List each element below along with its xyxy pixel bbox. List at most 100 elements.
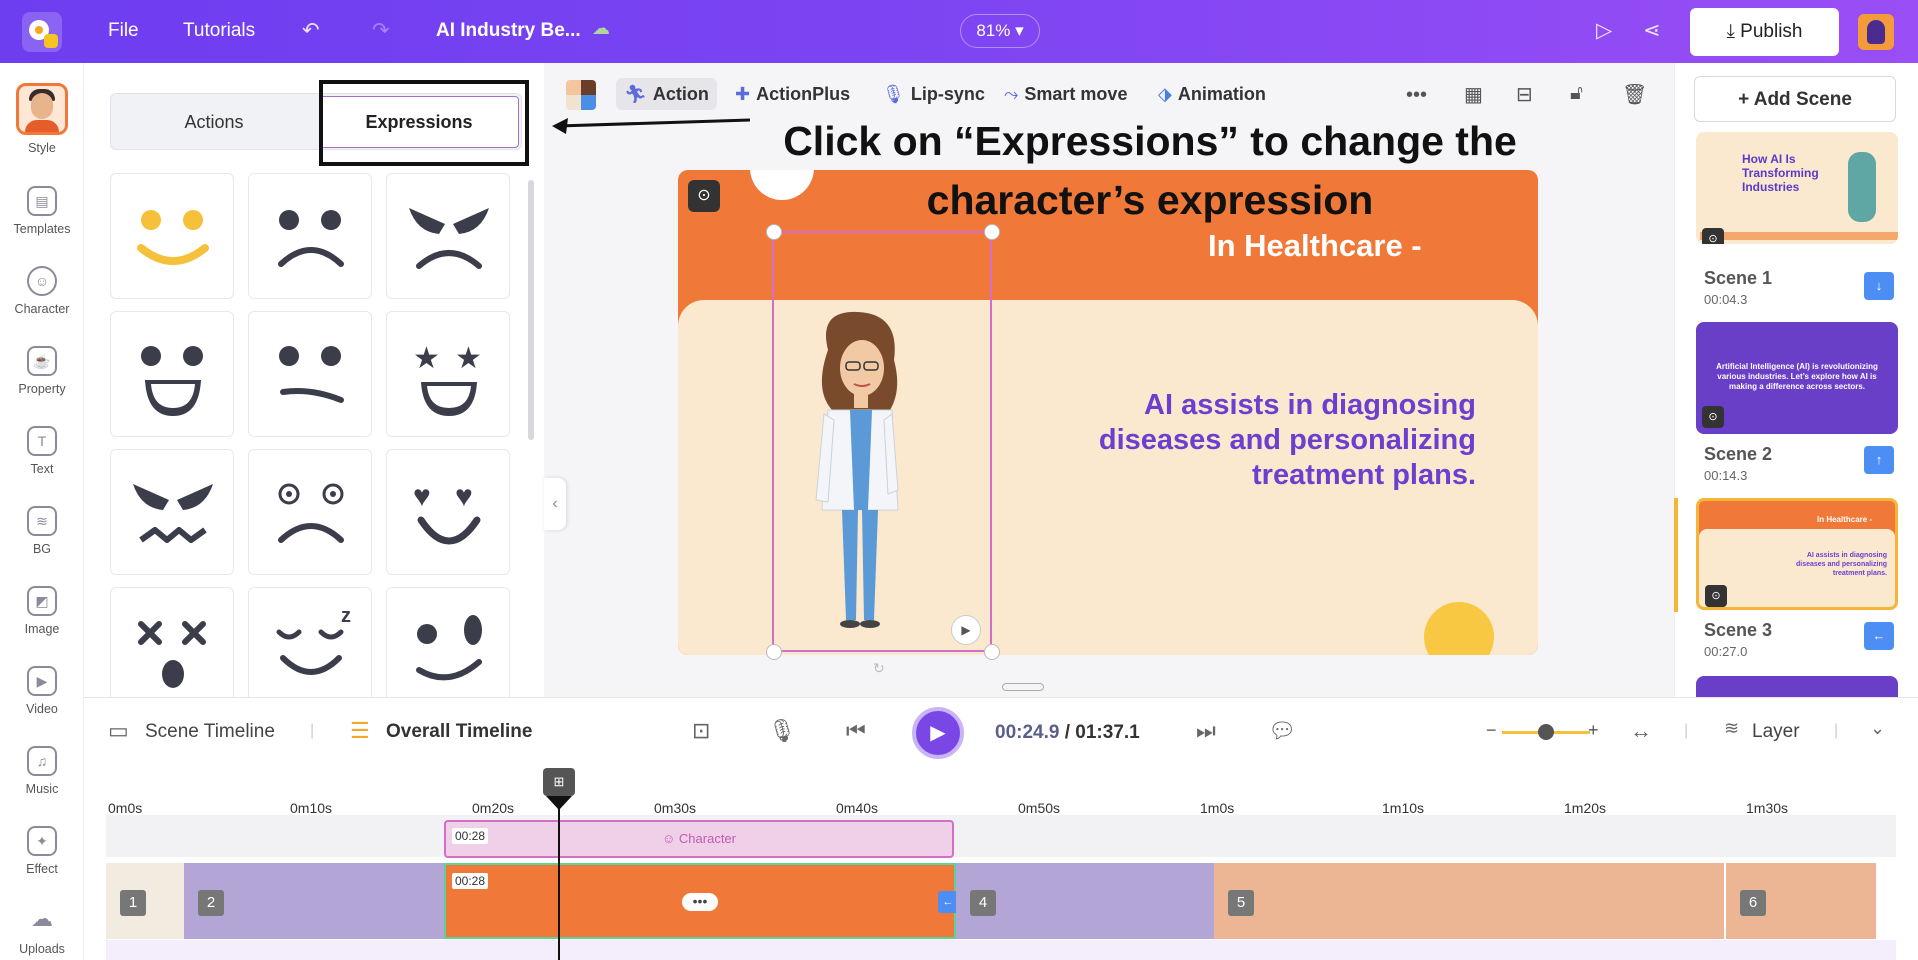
expression-dizzy[interactable] xyxy=(248,449,372,575)
transparency-icon[interactable]: ▦ xyxy=(1464,82,1483,107)
rail-item-bg[interactable]: ≋ BG xyxy=(0,506,84,556)
smartmove-button[interactable]: ⤳ Smart move xyxy=(1004,78,1127,110)
expression-grin[interactable] xyxy=(110,311,234,437)
scene-thumbnail-3[interactable]: In Healthcare - AI assists in diagnosing… xyxy=(1696,498,1898,610)
undo-icon[interactable]: ↶ xyxy=(302,18,320,43)
layer-button[interactable]: Layer xyxy=(1752,721,1800,743)
thumb-title: How AI Is Transforming Industries xyxy=(1742,152,1819,194)
user-avatar[interactable] xyxy=(1858,14,1894,50)
scene-segment-1[interactable]: 1 xyxy=(106,863,184,939)
color-swatch[interactable] xyxy=(566,80,596,110)
expression-wink[interactable] xyxy=(386,587,510,697)
project-title[interactable]: AI Industry Be... xyxy=(436,20,581,42)
camera-icon[interactable]: ⊙ xyxy=(688,180,720,212)
running-plus-icon: ✚ xyxy=(735,84,751,104)
character-track-label-text: Character xyxy=(678,831,736,846)
rail-item-templates[interactable]: ▤ Templates xyxy=(0,186,84,236)
grin-face-icon xyxy=(141,346,203,416)
app-logo[interactable] xyxy=(22,12,62,52)
tutorials-menu[interactable]: Tutorials xyxy=(183,20,255,42)
ruler-tick: 0m30s xyxy=(654,800,697,816)
play-button[interactable]: ▶ xyxy=(912,707,964,759)
expression-dead[interactable] xyxy=(110,587,234,697)
file-menu[interactable]: File xyxy=(108,20,139,42)
expression-angry[interactable] xyxy=(386,173,510,299)
rotate-icon[interactable]: ↻ xyxy=(873,660,885,677)
character-play-icon[interactable]: ▶ xyxy=(951,615,981,645)
character-track-block[interactable]: 00:28 ☺ Character xyxy=(444,820,954,858)
rail-item-text[interactable]: T Text xyxy=(0,426,84,476)
expression-meh[interactable] xyxy=(248,311,372,437)
expression-star-eyes[interactable]: ★ ★ xyxy=(386,311,510,437)
share-icon[interactable]: ⋖ xyxy=(1643,18,1661,43)
redo-icon[interactable]: ↷ xyxy=(372,18,390,43)
action-button[interactable]: 🏃︎ Action xyxy=(616,78,717,110)
animation-label: Animation xyxy=(1177,84,1266,104)
more-options-icon[interactable]: ••• xyxy=(1406,84,1427,107)
scene-segment-6[interactable]: 6 xyxy=(1726,863,1876,939)
slide-body-text[interactable]: AI assists in diagnosing diseases and pe… xyxy=(1008,388,1476,493)
canvas-horizontal-scroll[interactable] xyxy=(1002,683,1044,691)
scene-move-up-icon[interactable]: ↑ xyxy=(1864,446,1894,474)
rail-item-character[interactable]: ☺ Character xyxy=(0,266,84,316)
character-selection-box[interactable] xyxy=(772,231,992,652)
scene-timeline-tab[interactable]: Scene Timeline xyxy=(145,721,275,743)
voice-record-icon[interactable]: 🎙︎ xyxy=(768,718,796,744)
preview-play-icon[interactable]: ▷ xyxy=(1596,18,1612,43)
time-readout: 00:24.9 / 01:37.1 xyxy=(995,722,1140,744)
audio-track[interactable] xyxy=(106,940,1896,960)
add-scene-button[interactable]: + Add Scene xyxy=(1694,76,1896,122)
transition-icon[interactable]: ← xyxy=(938,891,958,913)
scene-move-icon[interactable]: ← xyxy=(1864,622,1894,650)
scene-thumbnail-4[interactable] xyxy=(1696,676,1898,697)
delete-icon[interactable]: 🗑︎ xyxy=(1622,82,1647,107)
timeline-zoom-thumb[interactable] xyxy=(1538,724,1554,740)
tab-actions[interactable]: Actions xyxy=(111,94,317,151)
overall-timeline-tab[interactable]: Overall Timeline xyxy=(386,721,532,743)
zoom-in-icon[interactable]: + xyxy=(1588,720,1599,741)
slide-title[interactable]: In Healthcare - xyxy=(1208,228,1422,264)
panel-scrollbar[interactable] xyxy=(528,180,534,440)
scene-move-down-icon[interactable]: ↓ xyxy=(1864,272,1894,300)
fit-screen-icon[interactable]: ⊡ xyxy=(692,718,710,744)
lock-icon[interactable]: 🔓︎ xyxy=(1570,82,1583,105)
animation-button[interactable]: ⬗ Animation xyxy=(1158,78,1266,110)
fit-width-icon[interactable]: ↔ xyxy=(1630,718,1652,744)
expression-sleepy[interactable]: z xyxy=(248,587,372,697)
rail-item-video[interactable]: ▶ Video xyxy=(0,666,84,716)
skip-forward-icon[interactable]: ⏭︎ xyxy=(1196,718,1216,744)
rail-item-property[interactable]: ☕ Property xyxy=(0,346,84,396)
scene-thumbnail-2[interactable]: Artificial Intelligence (AI) is revoluti… xyxy=(1696,322,1898,434)
collapse-panel-button[interactable]: ‹ xyxy=(544,478,566,530)
scene-segment-4[interactable]: 4 xyxy=(956,863,1214,939)
skip-back-icon[interactable]: ⏮︎ xyxy=(846,718,866,744)
lipsync-button[interactable]: 🎙︎ Lip-sync xyxy=(882,78,985,110)
zoom-out-icon[interactable]: − xyxy=(1486,720,1497,741)
scene-segment-3[interactable]: 00:28 ••• ← xyxy=(444,863,958,939)
rail-item-image[interactable]: ◩ Image xyxy=(0,586,84,636)
expression-sad[interactable] xyxy=(248,173,372,299)
expression-furious[interactable] xyxy=(110,449,234,575)
scene-thumbnail-1[interactable]: How AI Is Transforming Industries ⊙ xyxy=(1696,132,1898,244)
playhead-handle-icon[interactable]: ⊞ xyxy=(543,768,575,796)
rail-item-uploads[interactable]: ☁ Uploads xyxy=(0,906,84,956)
chevron-down-icon[interactable]: ⌄ xyxy=(1870,718,1885,739)
zoom-dropdown[interactable]: 81% ▾ xyxy=(960,14,1040,48)
rail-item-style[interactable]: Style xyxy=(0,83,84,155)
publish-button[interactable]: ⤓ Publish xyxy=(1690,8,1839,56)
subtitles-icon[interactable]: 💬︎ xyxy=(1268,718,1296,744)
resize-handle[interactable] xyxy=(984,644,1000,660)
resize-handle[interactable] xyxy=(766,644,782,660)
bg-icon: ≋ xyxy=(27,506,57,536)
align-icon[interactable]: ⊟ xyxy=(1516,82,1533,107)
actionplus-button[interactable]: ✚ ActionPlus xyxy=(735,78,850,110)
expression-love[interactable]: ♥ ♥ xyxy=(386,449,510,575)
scene-segment-2[interactable]: 2 xyxy=(184,863,444,939)
segment-more-icon[interactable]: ••• xyxy=(682,893,718,911)
scene-label-3: Scene 3 xyxy=(1704,620,1773,640)
rail-label: Text xyxy=(30,462,54,476)
scene-segment-5[interactable]: 5 xyxy=(1214,863,1724,939)
rail-item-music[interactable]: ♫ Music xyxy=(0,746,84,796)
rail-item-effect[interactable]: ✦ Effect xyxy=(0,826,84,876)
expression-smile[interactable] xyxy=(110,173,234,299)
